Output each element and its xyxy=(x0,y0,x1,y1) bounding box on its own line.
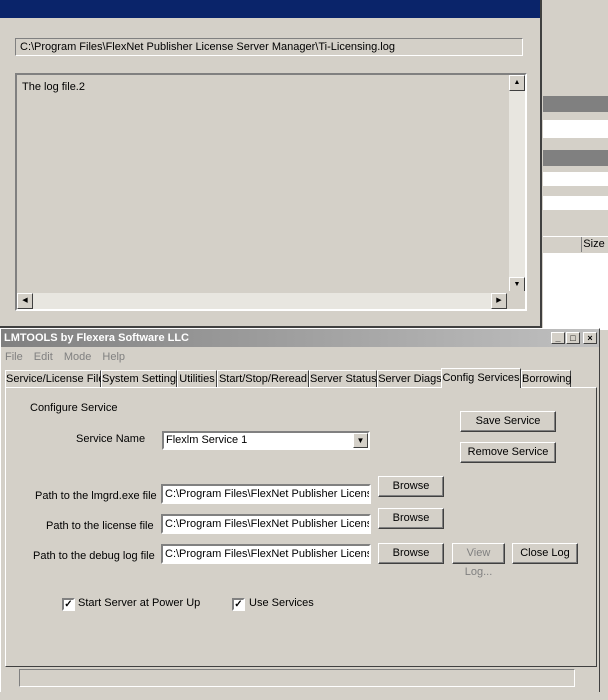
list-column-header[interactable]: Size xyxy=(543,236,608,254)
chevron-down-icon[interactable]: ▼ xyxy=(353,433,368,448)
debug-log-path-label: Path to the debug log file xyxy=(33,550,155,562)
log-viewer-window: C:\Program Files\FlexNet Publisher Licen… xyxy=(0,0,542,328)
service-name-select[interactable]: Flexlm Service 1 ▼ xyxy=(162,431,370,450)
menu-file[interactable]: File xyxy=(1,349,27,365)
close-log-button[interactable]: Close Log xyxy=(512,543,578,564)
use-services-checkbox[interactable]: ✓ xyxy=(232,598,245,611)
minimize-icon[interactable]: _ xyxy=(551,332,565,344)
checkmark-icon: ✓ xyxy=(64,599,73,610)
tab-server-status[interactable]: Server Status xyxy=(309,370,377,387)
configure-service-label: Configure Service xyxy=(30,402,118,414)
horizontal-scrollbar[interactable]: ◀ ▶ xyxy=(17,293,507,309)
column-size[interactable]: Size xyxy=(581,237,606,252)
log-content-text: The log file.2 xyxy=(22,81,85,93)
tab-start-stop-reread[interactable]: Start/Stop/Reread xyxy=(217,370,309,387)
use-services-label: Use Services xyxy=(249,597,314,609)
tab-config-services[interactable]: Config Services xyxy=(441,368,521,388)
remove-service-button[interactable]: Remove Service xyxy=(460,442,556,463)
browse-lmgrd-button[interactable]: Browse xyxy=(378,476,444,497)
window-title: LMTOOLS by Flexera Software LLC xyxy=(4,332,189,344)
log-path-field[interactable]: C:\Program Files\FlexNet Publisher Licen… xyxy=(15,38,523,56)
vertical-scrollbar[interactable]: ▲ ▼ xyxy=(509,75,525,293)
view-log-button[interactable]: View Log... xyxy=(452,543,505,578)
lmtools-window: LMTOOLS by Flexera Software LLC _ □ × Fi… xyxy=(0,328,600,700)
license-path-input[interactable]: C:\Program Files\FlexNet Publisher Licen… xyxy=(161,514,371,534)
lmgrd-path-label: Path to the lmgrd.exe file xyxy=(35,490,157,502)
service-name-label: Service Name xyxy=(76,433,146,445)
background-window: Size xyxy=(543,0,608,330)
license-path-label: Path to the license file xyxy=(46,520,154,532)
background-header xyxy=(543,150,608,166)
debug-log-path-input[interactable]: C:\Program Files\FlexNet Publisher Licen… xyxy=(161,544,371,564)
log-viewer-titlebar[interactable] xyxy=(0,0,540,18)
browse-debug-log-button[interactable]: Browse xyxy=(378,543,444,564)
bottom-edge xyxy=(0,692,608,700)
log-content-area[interactable]: The log file.2 ▲ ▼ ◀ ▶ xyxy=(15,73,527,311)
background-row xyxy=(543,172,608,186)
tab-utilities[interactable]: Utilities xyxy=(177,370,217,387)
tab-system-settings[interactable]: System Settings xyxy=(101,370,181,387)
status-bar xyxy=(19,669,575,687)
lmgrd-path-input[interactable]: C:\Program Files\FlexNet Publisher Licen… xyxy=(161,484,371,504)
browse-license-button[interactable]: Browse xyxy=(378,508,444,529)
start-at-powerup-label: Start Server at Power Up xyxy=(78,597,201,609)
menu-bar: File Edit Mode Help xyxy=(1,349,129,365)
config-services-panel: Configure Service Save Service Remove Se… xyxy=(5,387,597,667)
background-field xyxy=(543,120,608,138)
start-at-powerup-checkbox[interactable]: ✓ xyxy=(62,598,75,611)
tab-borrowing[interactable]: Borrowing xyxy=(521,370,572,387)
service-name-value: Flexlm Service 1 xyxy=(166,434,248,446)
background-row xyxy=(543,196,608,210)
background-toolbar xyxy=(543,96,608,112)
tab-service-license-file[interactable]: Service/License File xyxy=(5,370,104,387)
menu-help[interactable]: Help xyxy=(98,349,129,365)
checkmark-icon: ✓ xyxy=(234,599,243,610)
background-list xyxy=(543,253,608,330)
scroll-up-icon[interactable]: ▲ xyxy=(509,75,525,91)
menu-edit[interactable]: Edit xyxy=(30,349,57,365)
close-icon[interactable]: × xyxy=(583,332,597,344)
scroll-right-icon[interactable]: ▶ xyxy=(491,293,507,309)
maximize-icon[interactable]: □ xyxy=(566,332,580,344)
scroll-corner xyxy=(507,291,525,309)
save-service-button[interactable]: Save Service xyxy=(460,411,556,432)
scroll-left-icon[interactable]: ◀ xyxy=(17,293,33,309)
tab-server-diags[interactable]: Server Diags xyxy=(377,370,443,387)
lmtools-titlebar[interactable]: LMTOOLS by Flexera Software LLC xyxy=(1,329,599,347)
menu-mode[interactable]: Mode xyxy=(60,349,96,365)
